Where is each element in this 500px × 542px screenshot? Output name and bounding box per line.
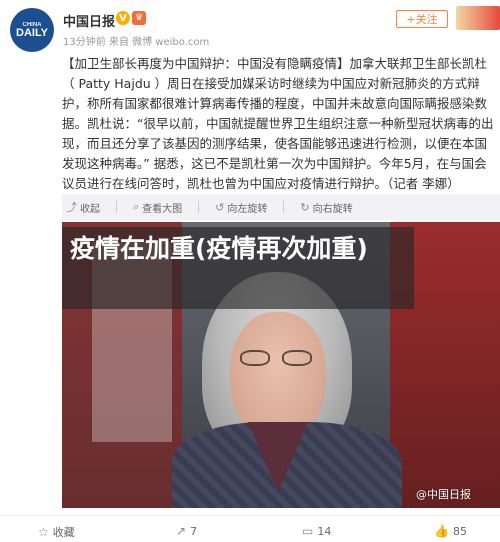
collapse-label: 收起 (80, 203, 100, 215)
rotate-left-button[interactable]: ↺ 向左旋转 (215, 200, 267, 215)
forward-icon: ↗ (176, 524, 187, 538)
magnifier-icon: ⌕ (133, 200, 140, 213)
comment-icon: ▭ (302, 524, 314, 538)
verified-icon[interactable]: V (116, 11, 130, 25)
divider (283, 201, 285, 213)
avatar-big-text: DAILY (16, 26, 48, 39)
post-header: CHINA DAILY 中国日报 V ♛ 13分钟前 来自 微博 weibo.c… (0, 0, 500, 52)
rotate-right-label: 向右旋转 (312, 203, 353, 215)
forward-count: 7 (190, 524, 198, 538)
view-large-label: 查看大图 (142, 203, 183, 215)
post-meta: 13分钟前 来自 微博 weibo.com (63, 37, 210, 48)
favorite-button[interactable]: ☆ 收藏 (38, 524, 75, 540)
divider (198, 201, 200, 213)
forward-button[interactable]: ↗ 7 (176, 524, 197, 538)
promo-banner[interactable] (456, 6, 500, 30)
favorite-label: 收藏 (52, 526, 75, 539)
rotate-right-icon: ↻ (300, 200, 310, 214)
avatar[interactable]: CHINA DAILY (10, 8, 54, 52)
image-toolbar: ⤴ 收起 ⌕ 查看大图 ↺ 向左旋转 ↻ 向右旋转 (62, 194, 500, 220)
user-name[interactable]: 中国日报 (63, 11, 115, 30)
collapse-button[interactable]: ⤴ 收起 (66, 199, 100, 215)
like-button[interactable]: 👍 85 (434, 524, 467, 538)
like-count: 85 (452, 524, 467, 538)
post-actions: ☆ 收藏 ↗ 7 ▭ 14 👍 85 (0, 515, 500, 542)
view-large-button[interactable]: ⌕ 查看大图 (133, 200, 182, 215)
rotate-left-label: 向左旋转 (227, 203, 268, 215)
glasses (240, 350, 270, 366)
comment-button[interactable]: ▭ 14 (302, 524, 331, 538)
follow-button[interactable]: +关注 (396, 10, 448, 28)
glasses (282, 350, 312, 366)
star-icon: ☆ (38, 525, 49, 539)
overlay-title: 疫情在加重(疫情再次加重) (70, 234, 368, 263)
divider (116, 201, 117, 213)
image-watermark: @中国日报 (416, 488, 471, 501)
post-text: 【加卫生部长再度为中国辩护：中国没有隐瞒疫情】加拿大联邦卫生部长凯杜（ Patt… (62, 56, 494, 191)
comment-count: 14 (317, 524, 332, 538)
collapse-icon: ⤴ (66, 201, 77, 214)
user-badges: V ♛ (116, 11, 146, 25)
avatar-small-text: CHINA (22, 21, 42, 28)
thumbs-up-icon: 👍 (434, 524, 449, 538)
vip-icon[interactable]: ♛ (132, 11, 146, 25)
rotate-right-button[interactable]: ↻ 向右旋转 (300, 200, 352, 215)
rotate-left-icon: ↺ (215, 200, 225, 214)
